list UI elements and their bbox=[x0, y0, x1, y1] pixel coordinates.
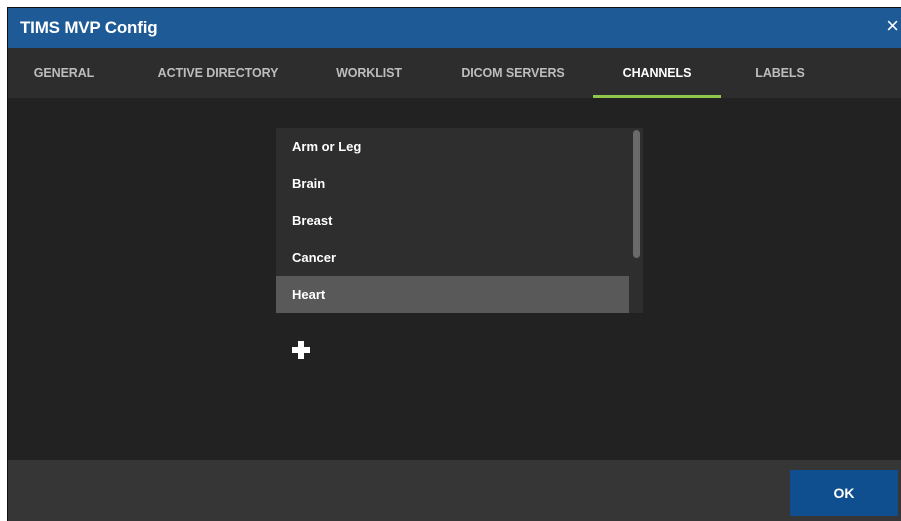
dialog-title: TIMS MVP Config bbox=[20, 18, 158, 37]
channels-list[interactable]: Arm or Leg Brain Breast Cancer Heart bbox=[276, 128, 643, 313]
ok-button[interactable]: OK bbox=[790, 470, 898, 516]
dialog-titlebar: TIMS MVP Config × bbox=[8, 8, 901, 48]
list-item[interactable]: Breast bbox=[276, 202, 629, 239]
list-item[interactable]: Cancer bbox=[276, 239, 629, 276]
tab-active-directory[interactable]: ACTIVE DIRECTORY bbox=[142, 48, 294, 98]
tab-labels[interactable]: LABELS bbox=[730, 48, 830, 98]
scrollbar-thumb[interactable] bbox=[633, 130, 640, 258]
tab-channels[interactable]: CHANNELS bbox=[593, 48, 721, 98]
dialog-footer bbox=[8, 460, 901, 521]
config-dialog: TIMS MVP Config × GENERAL ACTIVE DIRECTO… bbox=[8, 8, 901, 521]
close-icon[interactable]: × bbox=[886, 15, 899, 37]
tab-general[interactable]: GENERAL bbox=[8, 48, 120, 98]
list-item-selected[interactable]: Heart bbox=[276, 276, 629, 313]
tab-bar: GENERAL ACTIVE DIRECTORY WORKLIST DICOM … bbox=[8, 48, 901, 98]
list-item[interactable]: Brain bbox=[276, 165, 629, 202]
plus-icon[interactable] bbox=[290, 339, 312, 361]
tab-dicom-servers[interactable]: DICOM SERVERS bbox=[442, 48, 584, 98]
list-item[interactable]: Arm or Leg bbox=[276, 128, 629, 165]
scrollbar[interactable] bbox=[629, 128, 643, 313]
tab-worklist[interactable]: WORKLIST bbox=[314, 48, 424, 98]
